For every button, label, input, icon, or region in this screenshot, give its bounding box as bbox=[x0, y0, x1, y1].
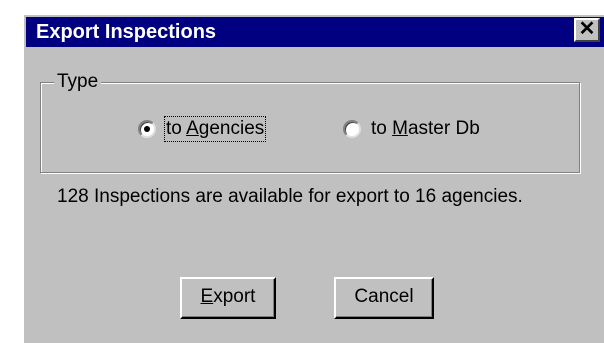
close-icon: ✕ bbox=[578, 18, 596, 40]
radio-to-master-db[interactable]: to Master Db bbox=[343, 117, 481, 141]
type-legend: Type bbox=[54, 70, 102, 94]
radio-circle-master-db[interactable] bbox=[343, 120, 361, 138]
type-groupbox bbox=[40, 82, 580, 173]
cancel-button[interactable]: Cancel bbox=[334, 277, 434, 319]
export-inspections-dialog: Export Inspections bbox=[22, 13, 604, 343]
close-button[interactable]: ✕ bbox=[574, 18, 600, 42]
radio-label-agencies[interactable]: to Agencies bbox=[163, 116, 267, 142]
radio-circle-agencies[interactable] bbox=[138, 120, 156, 138]
radio-to-agencies[interactable]: to Agencies bbox=[138, 116, 267, 142]
radio-selected-dot bbox=[144, 126, 150, 132]
radio-label-master-db[interactable]: to Master Db bbox=[370, 117, 481, 141]
title-bar[interactable]: Export Inspections bbox=[26, 17, 604, 47]
export-info-text: 128 Inspections are available for export… bbox=[57, 186, 523, 207]
window-title: Export Inspections bbox=[36, 21, 217, 43]
export-button[interactable]: Export bbox=[180, 277, 276, 319]
